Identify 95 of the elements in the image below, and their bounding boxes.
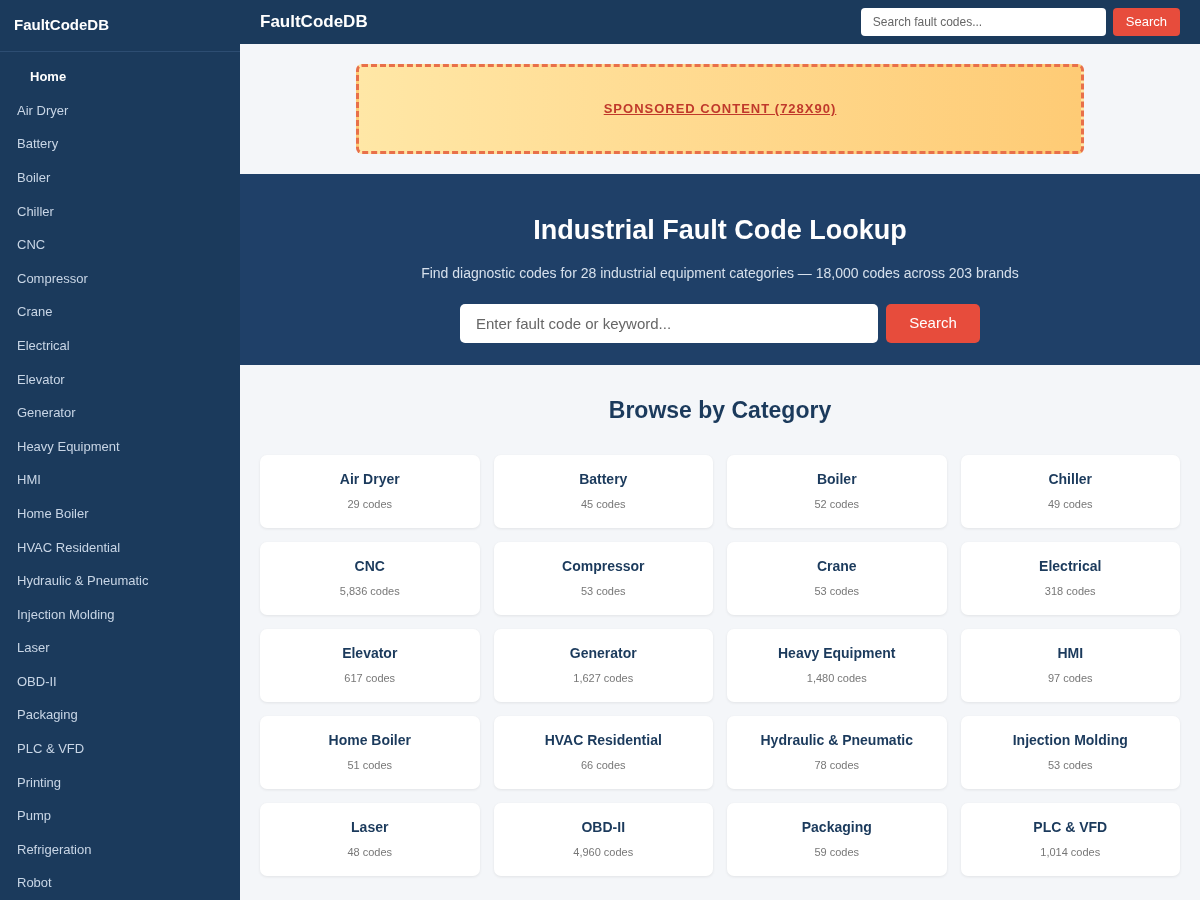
category-name: Hydraulic & Pneumatic (760, 731, 913, 751)
code-count: 49 codes (1047, 497, 1093, 513)
code-count: 5,836 codes (339, 584, 400, 600)
code-count: 97 codes (1047, 671, 1093, 687)
category-card[interactable]: Elevator 617 codes (260, 628, 480, 702)
sidebar-item[interactable]: Heavy Equipment (0, 429, 240, 464)
sidebar-item[interactable]: HMI (0, 463, 240, 497)
sidebar-item[interactable]: Electrical (0, 328, 240, 363)
hero-subtitle: Find diagnostic codes for 28 industrial equipment categories — 18,000 codes across 203 brands (421, 263, 1019, 283)
code-count: 1,014 codes (1040, 845, 1101, 861)
sidebar-item[interactable]: Laser (0, 631, 240, 665)
category-card[interactable]: Hydraulic & Pneumatic 78 codes (727, 715, 947, 789)
category-card[interactable]: Heavy Equipment 1,480 codes (727, 628, 947, 702)
category-name: HMI (1057, 644, 1084, 664)
sidebar-item[interactable]: Pump (0, 799, 240, 833)
code-count: 318 codes (1044, 584, 1096, 600)
search-field[interactable]: Enter fault code or keyword... (460, 303, 878, 343)
sidebar-item[interactable]: Printing (0, 765, 240, 800)
code-count: 617 codes (344, 671, 396, 687)
code-count: 1,627 codes (573, 671, 634, 687)
code-count: 52 codes (814, 497, 860, 513)
category-card[interactable]: Packaging 59 codes (727, 802, 947, 876)
sidebar-item[interactable]: Boiler (0, 160, 240, 195)
category-card[interactable]: Injection Molding 53 codes (960, 715, 1180, 789)
code-count: 1,480 codes (806, 671, 867, 687)
sidebar-item[interactable]: OBD-II (0, 664, 240, 699)
category-name: Generator (569, 644, 637, 664)
sidebar-item[interactable]: Hydraulic & Pneumatic (0, 564, 240, 598)
category-name: PLC & VFD (1033, 818, 1108, 838)
code-count: 66 codes (580, 758, 626, 774)
category-name: Air Dryer (339, 470, 400, 490)
code-count: 53 codes (580, 584, 626, 600)
category-card[interactable]: OBD-II 4,960 codes (493, 802, 713, 876)
code-count: 78 codes (814, 758, 860, 774)
code-count: 51 codes (347, 758, 393, 774)
sidebar-item[interactable]: Home (0, 60, 240, 94)
category-name: Home Boiler (328, 731, 411, 751)
sidebar-item[interactable]: Air Dryer (0, 93, 240, 128)
category-card[interactable]: HVAC Residential 66 codes (493, 715, 713, 789)
hero-title: Industrial Fault Code Lookup (533, 214, 907, 247)
category-name: CNC (354, 557, 385, 577)
sidebar-item[interactable]: Home Boiler (0, 496, 240, 531)
code-count: 29 codes (347, 497, 393, 513)
category-card[interactable]: Compressor 53 codes (493, 541, 713, 615)
sidebar-item[interactable]: Crane (0, 295, 240, 329)
category-name: Boiler (816, 470, 857, 490)
sidebar-item[interactable]: Packaging (0, 698, 240, 733)
category-card[interactable]: Crane 53 codes (727, 541, 947, 615)
sidebar-item[interactable]: Elevator (0, 362, 240, 397)
category-card[interactable]: CNC 5,836 codes (260, 541, 480, 615)
section-title: Browse by Category (607, 396, 833, 425)
category-name: Chiller (1048, 470, 1093, 490)
code-count: 53 codes (1047, 758, 1093, 774)
site-title: FaultCodeDB (260, 11, 368, 34)
category-card[interactable]: Chiller 49 codes (960, 454, 1180, 528)
search-button[interactable]: Search (886, 303, 980, 343)
sidebar-item[interactable]: Robot (0, 866, 240, 900)
category-name: Battery (579, 470, 628, 490)
category-card[interactable]: Generator 1,627 codes (493, 628, 713, 702)
code-count: 53 codes (814, 584, 860, 600)
category-card[interactable]: Electrical 318 codes (960, 541, 1180, 615)
category-name: OBD-II (581, 818, 626, 838)
category-name: Laser (351, 818, 389, 838)
sidebar-item[interactable]: HVAC Residential (0, 530, 240, 565)
category-card[interactable]: PLC & VFD 1,014 codes (960, 802, 1180, 876)
category-card[interactable]: HMI 97 codes (960, 628, 1180, 702)
category-card[interactable]: Air Dryer 29 codes (260, 454, 480, 528)
sidebar-title: FaultCodeDB (14, 15, 109, 36)
category-name: Crane (816, 557, 857, 577)
category-name: Compressor (562, 557, 645, 577)
category-card[interactable]: Boiler 52 codes (727, 454, 947, 528)
search-button[interactable]: Search (1112, 8, 1180, 36)
code-count: 48 codes (347, 845, 393, 861)
category-name: Heavy Equipment (778, 644, 896, 664)
category-name: HVAC Residential (544, 731, 662, 751)
sidebar-item[interactable]: Compressor (0, 261, 240, 296)
sidebar-item[interactable]: Injection Molding (0, 597, 240, 632)
sidebar-item[interactable]: Refrigeration (0, 832, 240, 867)
category-card[interactable]: Laser 48 codes (260, 802, 480, 876)
sidebar-item[interactable]: Battery (0, 127, 240, 161)
code-count: 59 codes (814, 845, 860, 861)
sidebar-item[interactable]: PLC & VFD (0, 732, 240, 766)
sidebar-item[interactable]: CNC (0, 228, 240, 262)
sidebar-item[interactable]: Generator (0, 396, 240, 430)
code-count: 4,960 codes (573, 845, 634, 861)
sidebar-item[interactable]: Chiller (0, 194, 240, 229)
sponsored-link[interactable]: SPONSORED CONTENT (728X90) (603, 99, 837, 119)
category-name: Electrical (1039, 557, 1102, 577)
category-name: Injection Molding (1012, 731, 1128, 751)
category-name: Elevator (342, 644, 398, 664)
search-field[interactable]: Search fault codes... (860, 8, 1106, 36)
category-name: Packaging (801, 818, 872, 838)
code-count: 45 codes (580, 497, 626, 513)
category-card[interactable]: Home Boiler 51 codes (260, 715, 480, 789)
category-card[interactable]: Battery 45 codes (493, 454, 713, 528)
